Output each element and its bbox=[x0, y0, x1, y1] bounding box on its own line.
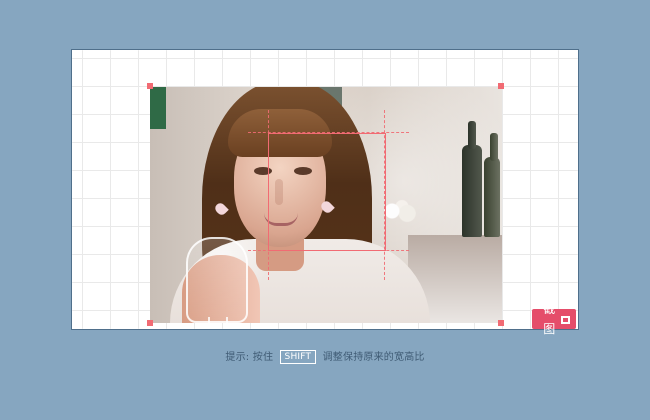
resize-handle-top-right[interactable] bbox=[498, 83, 504, 89]
wine-glass bbox=[186, 237, 248, 323]
resize-handle-bottom-right[interactable] bbox=[498, 320, 504, 326]
background-green-object bbox=[150, 87, 166, 129]
resize-handle-bottom-left[interactable] bbox=[147, 320, 153, 326]
crop-selection-box[interactable] bbox=[268, 133, 386, 251]
resize-handle-top-left[interactable] bbox=[147, 83, 153, 89]
hint-text: 提示: 按住 SHIFT 调整保持原来的宽高比 bbox=[0, 348, 650, 364]
image-crop-editor: 截图 bbox=[71, 49, 579, 336]
crop-icon bbox=[560, 314, 571, 324]
shift-key-label: SHIFT bbox=[279, 350, 317, 364]
wine-bottle bbox=[484, 133, 500, 237]
hint-prefix: 提示: 按住 bbox=[225, 352, 274, 363]
crop-button[interactable]: 截图 bbox=[532, 302, 576, 336]
hint-suffix: 调整保持原来的宽高比 bbox=[322, 352, 425, 363]
flower-arrangement bbox=[380, 199, 420, 229]
wine-bottle bbox=[462, 121, 482, 237]
crop-button-label: 截图 bbox=[543, 302, 556, 336]
